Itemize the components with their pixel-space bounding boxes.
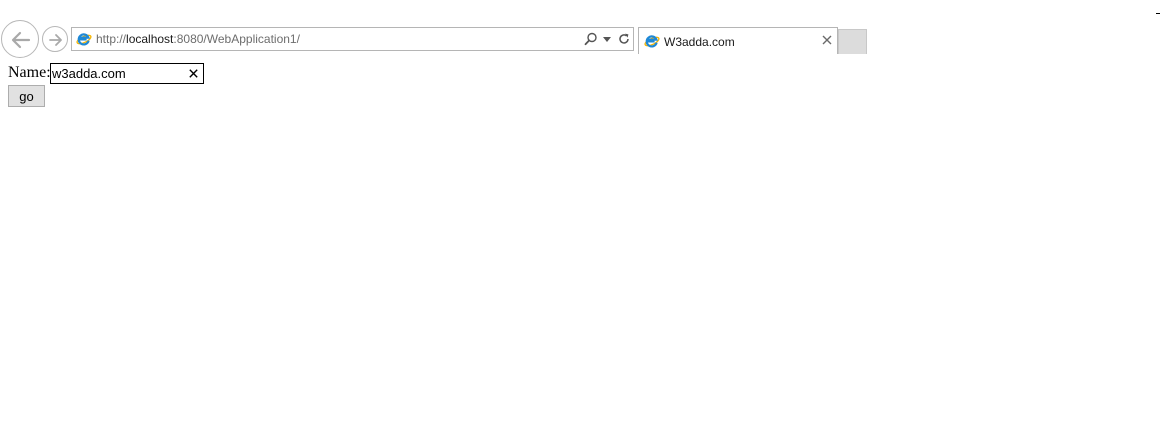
- forward-arrow-icon: [49, 34, 62, 46]
- refresh-icon[interactable]: [617, 32, 631, 46]
- search-icon[interactable]: [584, 32, 598, 46]
- clear-input-icon[interactable]: [189, 69, 198, 78]
- back-arrow-icon: [11, 31, 31, 49]
- address-bar[interactable]: http://localhost:8080/WebApplication1/: [71, 27, 634, 51]
- name-field: [50, 63, 204, 84]
- tab-title: W3adda.com: [664, 35, 735, 49]
- name-label: Name:: [8, 64, 51, 81]
- url-path: :8080/WebApplication1/: [173, 32, 300, 46]
- name-input[interactable]: [52, 65, 182, 82]
- url-scheme: http://: [96, 32, 127, 46]
- tab-w3adda[interactable]: W3adda.com: [638, 27, 838, 54]
- new-tab-button[interactable]: [838, 29, 867, 54]
- browser-window: http://localhost:8080/WebApplication1/ W…: [0, 0, 1162, 431]
- url-text[interactable]: http://localhost:8080/WebApplication1/: [96, 32, 300, 46]
- window-minimize-button[interactable]: [1156, 13, 1160, 14]
- close-icon[interactable]: [822, 35, 832, 45]
- chevron-down-icon[interactable]: [603, 37, 611, 42]
- go-button[interactable]: go: [8, 85, 45, 107]
- ie-logo-icon: [644, 35, 660, 48]
- back-button[interactable]: [1, 20, 39, 58]
- ie-logo-icon: [76, 33, 92, 46]
- url-host: localhost: [126, 32, 174, 46]
- forward-button[interactable]: [42, 26, 68, 52]
